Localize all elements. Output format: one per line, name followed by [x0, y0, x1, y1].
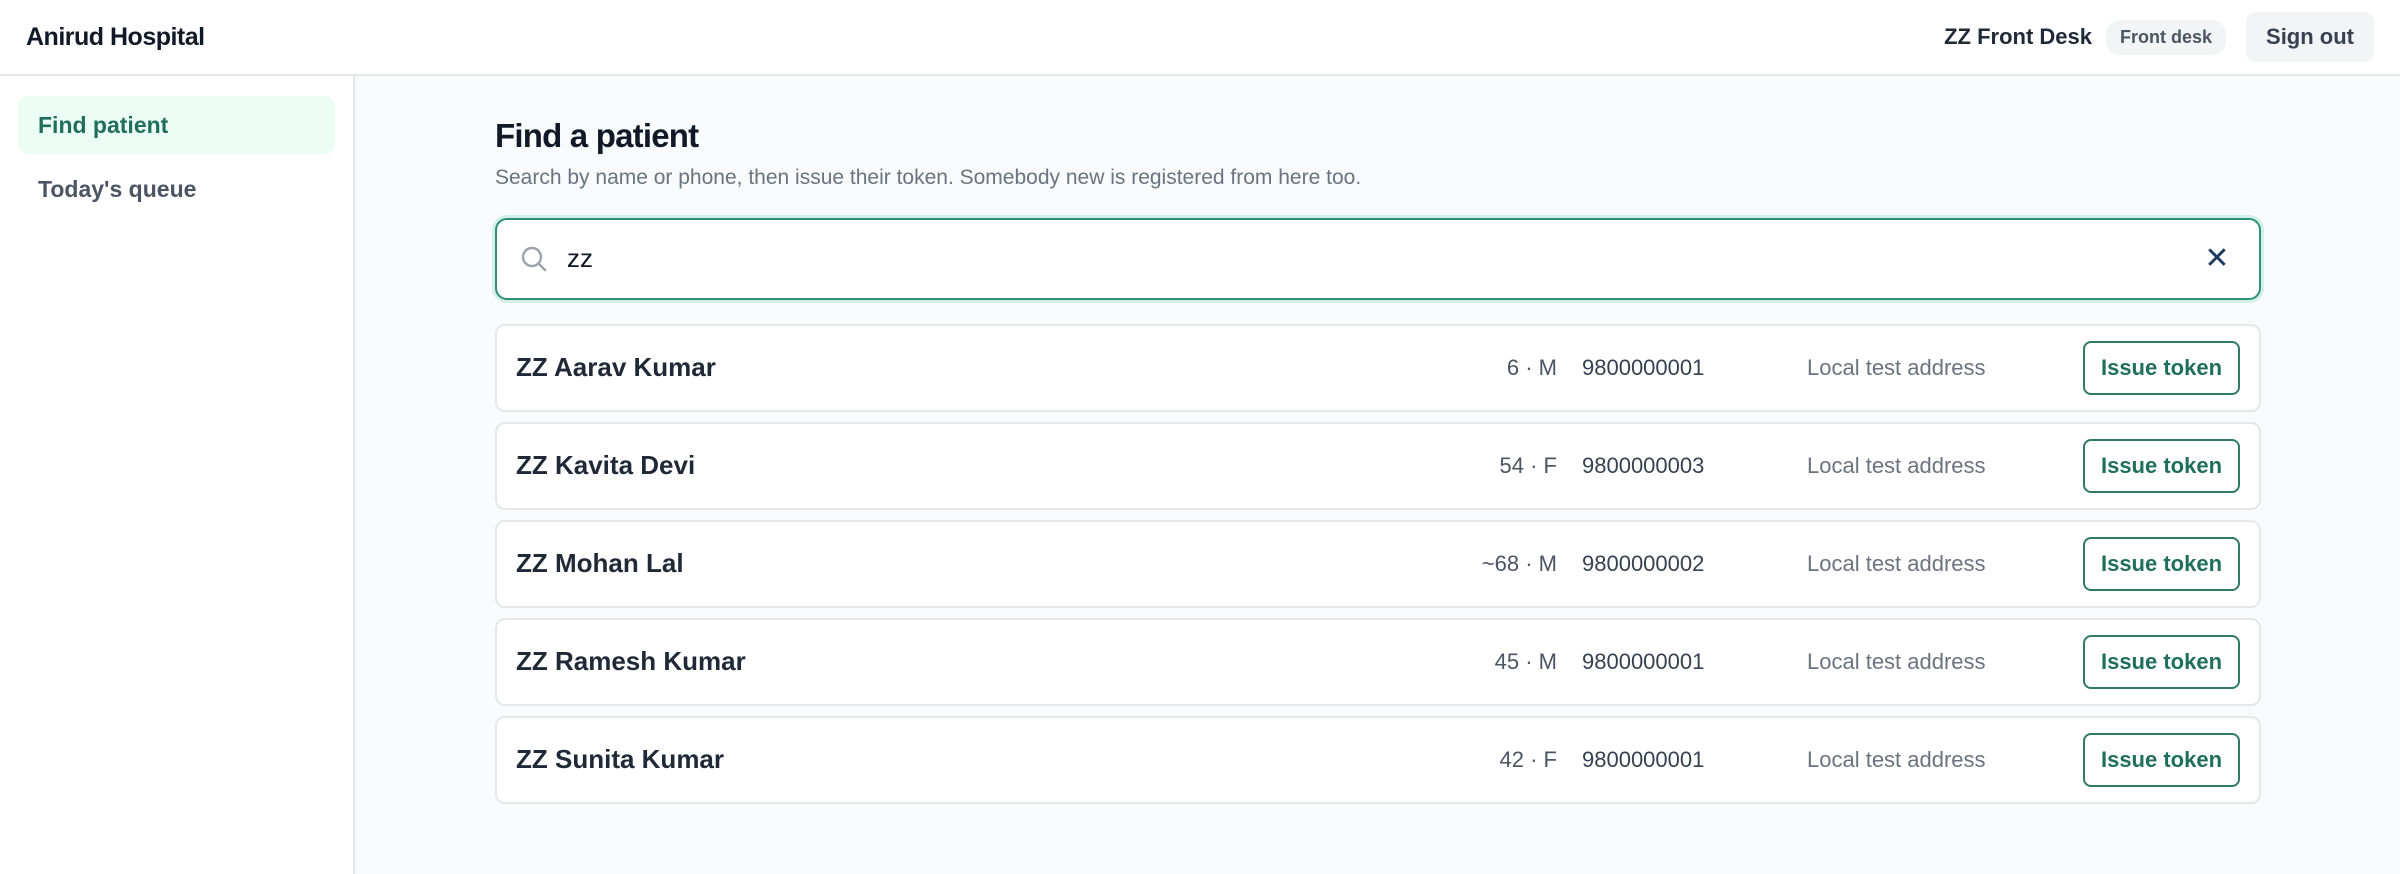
patient-address: Local test address: [1807, 746, 1986, 772]
role-badge: Front desk: [2106, 19, 2227, 55]
patient-age-sex: 45 · M: [1494, 648, 1557, 674]
patient-age-sex: ~68 · M: [1481, 550, 1557, 576]
app-brand: Anirud Hospital: [26, 22, 205, 51]
patient-row: ZZ Ramesh Kumar 45 · M 9800000001 Local …: [495, 617, 2261, 706]
page-title: Find a patient: [495, 117, 699, 154]
patient-age-sex: 42 · F: [1499, 746, 1557, 772]
patient-name: ZZ Mohan Lal: [516, 548, 684, 579]
search-icon: [519, 244, 549, 274]
patient-phone: 9800000001: [1582, 354, 1705, 380]
patient-name: ZZ Sunita Kumar: [516, 744, 725, 775]
page-subtitle: Search by name or phone, then issue thei…: [495, 165, 1362, 189]
search-input[interactable]: [567, 228, 2197, 289]
patient-row: ZZ Mohan Lal ~68 · M 9800000002 Local te…: [495, 519, 2261, 608]
top-bar: Anirud Hospital ZZ Front Desk Front desk…: [0, 0, 2400, 76]
issue-token-button[interactable]: Issue token: [2083, 438, 2240, 493]
patient-name: ZZ Ramesh Kumar: [516, 646, 746, 677]
patient-address: Local test address: [1807, 550, 1986, 576]
sidebar: Find patient Today's queue: [0, 76, 355, 874]
patient-phone: 9800000003: [1582, 452, 1705, 478]
patient-name: ZZ Aarav Kumar: [516, 352, 716, 383]
patient-row: ZZ Sunita Kumar 42 · F 9800000001 Local …: [495, 715, 2261, 804]
patient-results-list: ZZ Aarav Kumar 6 · M 9800000001 Local te…: [495, 323, 2261, 804]
close-icon[interactable]: ✕: [2197, 239, 2237, 279]
user-name: ZZ Front Desk: [1944, 24, 2092, 49]
issue-token-button[interactable]: Issue token: [2083, 732, 2240, 787]
sidebar-item-find-patient[interactable]: Find patient: [18, 96, 335, 154]
patient-phone: 9800000001: [1582, 746, 1705, 772]
sidebar-item-todays-queue[interactable]: Today's queue: [18, 160, 335, 218]
patient-address: Local test address: [1807, 648, 1986, 674]
patient-row: ZZ Kavita Devi 54 · F 9800000003 Local t…: [495, 421, 2261, 510]
issue-token-button[interactable]: Issue token: [2083, 634, 2240, 689]
patient-address: Local test address: [1807, 452, 1986, 478]
issue-token-button[interactable]: Issue token: [2083, 536, 2240, 591]
patient-name: ZZ Kavita Devi: [516, 450, 696, 481]
sign-out-button[interactable]: Sign out: [2246, 12, 2374, 62]
patient-search-box[interactable]: ✕: [495, 217, 2261, 300]
patient-phone: 9800000001: [1582, 648, 1705, 674]
patient-phone: 9800000002: [1582, 550, 1705, 576]
patient-address: Local test address: [1807, 354, 1986, 380]
issue-token-button[interactable]: Issue token: [2083, 340, 2240, 395]
patient-row: ZZ Aarav Kumar 6 · M 9800000001 Local te…: [495, 323, 2261, 412]
main-content: Find a patient Search by name or phone, …: [495, 76, 2261, 814]
patient-age-sex: 54 · F: [1499, 452, 1557, 478]
user-area: ZZ Front Desk Front desk Sign out: [1944, 12, 2374, 62]
patient-age-sex: 6 · M: [1506, 354, 1557, 380]
